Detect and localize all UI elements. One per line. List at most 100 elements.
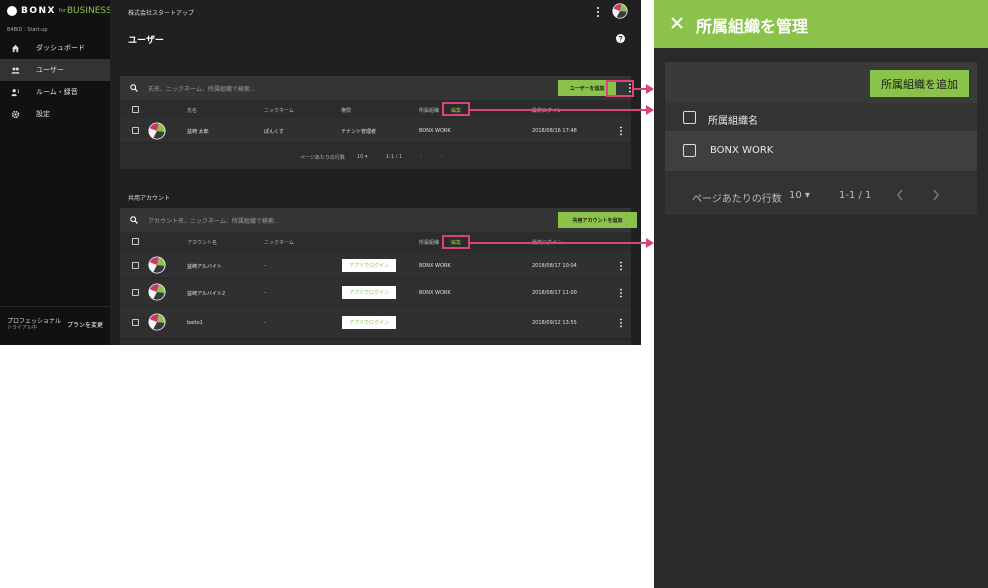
- company-name: 株式会社スタートアップ: [128, 10, 195, 17]
- shared-accounts-card: アカウント名、ニックネーム、所属組織で検索... 共用アカウントを追加 アカウン…: [120, 208, 637, 345]
- select-all-checkbox[interactable]: [683, 111, 696, 124]
- highlight-kebab: [606, 80, 634, 97]
- drawer-title: 所属組織を管理: [696, 17, 809, 36]
- sidebar-item-users[interactable]: ユーザー: [0, 59, 110, 81]
- change-plan-link[interactable]: プランを変更: [67, 320, 103, 329]
- cell-role: テナント管理者: [341, 129, 377, 135]
- rows-per-page-select[interactable]: 10 ▾: [357, 154, 367, 160]
- avatar: [148, 256, 166, 274]
- room-record-icon: [11, 88, 20, 97]
- sidebar-item-settings[interactable]: 設定: [0, 103, 110, 125]
- page-title: ユーザー: [128, 36, 164, 46]
- org-toolbar: 所属組織を追加: [665, 62, 977, 103]
- row-checkbox[interactable]: [132, 262, 139, 269]
- next-page-icon[interactable]: ›: [441, 154, 443, 160]
- more-vert-icon[interactable]: [619, 318, 623, 328]
- cell-account: 益崎アルバイト2: [187, 291, 226, 297]
- column-org: 所属組織: [419, 240, 440, 246]
- user-avatar[interactable]: [612, 3, 628, 19]
- table-row[interactable]: 益崎アルバイト - アプリでログイン BONX WORK 2018/08/17 …: [120, 252, 631, 279]
- table-row[interactable]: baito1 - アプリでログイン 2018/09/12 13:55: [120, 306, 631, 339]
- avatar: [148, 313, 166, 331]
- rows-per-page-label: ページあたりの行数: [692, 194, 782, 205]
- logo-for: for: [58, 8, 66, 14]
- sidebar-item-dashboard[interactable]: ダッシュボード: [0, 37, 110, 59]
- highlight-edit-shared: [442, 235, 470, 249]
- people-icon: [11, 66, 20, 75]
- avatar: [148, 122, 166, 140]
- org-code: B4BID : Start-up: [7, 27, 48, 33]
- add-shared-account-button[interactable]: 共用アカウントを追加: [558, 212, 637, 228]
- row-checkbox[interactable]: [132, 319, 139, 326]
- gear-icon: [11, 110, 20, 119]
- arrow-head-icon: [646, 105, 654, 115]
- cell-org: BONX WORK: [419, 290, 451, 296]
- cell-last-login: 2018/08/17 10:04: [532, 263, 577, 269]
- chevron-left-icon[interactable]: [896, 189, 904, 201]
- sidebar-item-label: 設定: [36, 110, 50, 118]
- cell-org: BONX WORK: [419, 263, 451, 269]
- rows-per-page-select[interactable]: 10 ▾: [789, 190, 810, 201]
- cell-org: BONX WORK: [419, 128, 451, 134]
- table-row[interactable]: 益崎アルバイト2 - アプリでログイン BONX WORK 2018/08/17…: [120, 279, 631, 306]
- select-all-checkbox[interactable]: [132, 106, 139, 113]
- more-vert-icon[interactable]: [619, 126, 623, 136]
- app-login-button[interactable]: アプリでログイン: [342, 316, 396, 329]
- chevron-right-icon[interactable]: [932, 189, 940, 201]
- logo-mark-icon: [7, 6, 17, 16]
- sidebar-item-label: ダッシュボード: [36, 44, 85, 52]
- sidebar: BONX for BUSINESS B4BID : Start-up ダッシュボ…: [0, 0, 112, 345]
- cell-last-login: 2018/08/17 11:00: [532, 290, 577, 296]
- app-screenshot: BONX for BUSINESS B4BID : Start-up ダッシュボ…: [0, 0, 641, 345]
- row-checkbox[interactable]: [132, 127, 139, 134]
- users-search-bar: 氏名、ニックネーム、所属組織で検索... ユーザーを追加: [120, 76, 631, 100]
- cell-last-login: 2018/08/16 17:48: [532, 128, 577, 134]
- page-range: 1-1 / 1: [839, 190, 872, 201]
- sidebar-item-label: ユーザー: [36, 66, 64, 74]
- org-table-header: 所属組織名: [665, 103, 977, 131]
- shared-search-bar: アカウント名、ニックネーム、所属組織で検索... 共用アカウントを追加: [120, 208, 637, 232]
- close-icon[interactable]: [670, 16, 684, 30]
- table-row[interactable]: 益崎 太郎 ぽんくす テナント管理者 BONX WORK 2018/08/16 …: [120, 118, 631, 143]
- cell-org-name: BONX WORK: [710, 145, 774, 156]
- sidebar-item-rooms[interactable]: ルーム・録音: [0, 81, 110, 103]
- cell-nickname: -: [264, 320, 266, 326]
- more-vert-icon[interactable]: [619, 261, 623, 271]
- select-all-checkbox[interactable]: [132, 238, 139, 245]
- drawer-header: 所属組織を管理: [654, 0, 988, 48]
- arrow-head-icon: [646, 238, 654, 248]
- more-vert-icon[interactable]: [619, 288, 623, 298]
- shared-search-input[interactable]: アカウント名、ニックネーム、所属組織で検索...: [148, 216, 280, 225]
- column-org: 所属組織: [419, 108, 440, 114]
- column-org-name: 所属組織名: [708, 116, 758, 127]
- cell-nickname: ぽんくす: [264, 129, 285, 135]
- org-list-card: 所属組織を追加 所属組織名 BONX WORK ページあたりの行数 10 ▾ 1…: [665, 62, 977, 215]
- prev-page-icon[interactable]: ‹: [420, 154, 422, 160]
- cell-account: 益崎アルバイト: [187, 264, 222, 270]
- column-account: アカウント名: [187, 240, 218, 246]
- plan-box: プロフェッショナル トライアル中 プランを変更: [0, 306, 110, 345]
- callout-arrow: [470, 109, 648, 111]
- app-login-button[interactable]: アプリでログイン: [342, 286, 396, 299]
- cell-name: 益崎 太郎: [187, 129, 209, 135]
- rows-per-page-value: 10: [357, 154, 364, 160]
- column-role: 権限: [341, 108, 352, 114]
- search-icon: [130, 84, 138, 92]
- more-vert-icon[interactable]: [595, 6, 601, 18]
- cell-nickname: -: [264, 290, 266, 296]
- row-checkbox[interactable]: [132, 289, 139, 296]
- cell-last-login: 2018/09/12 13:55: [532, 320, 577, 326]
- manage-org-drawer: 所属組織を管理 所属組織を追加 所属組織名 BONX WORK ページあたりの行…: [654, 0, 988, 588]
- main-content: 株式会社スタートアップ ユーザー 氏名、ニックネーム、所属組織で検索... ユー…: [110, 0, 641, 345]
- row-checkbox[interactable]: [683, 144, 696, 157]
- plan-trial-status: トライアル中: [7, 325, 37, 331]
- add-org-button[interactable]: 所属組織を追加: [870, 70, 969, 97]
- page-range: 1-1 / 1: [386, 154, 403, 160]
- app-login-button[interactable]: アプリでログイン: [342, 259, 396, 272]
- bonx-logo[interactable]: BONX for BUSINESS: [7, 5, 112, 17]
- users-search-input[interactable]: 氏名、ニックネーム、所属組織で検索...: [148, 84, 256, 93]
- sidebar-nav: ダッシュボード ユーザー ルーム・録音 設定: [0, 37, 110, 125]
- table-row[interactable]: BONX WORK: [665, 131, 977, 171]
- help-icon[interactable]: [616, 34, 625, 43]
- home-icon: [11, 44, 20, 53]
